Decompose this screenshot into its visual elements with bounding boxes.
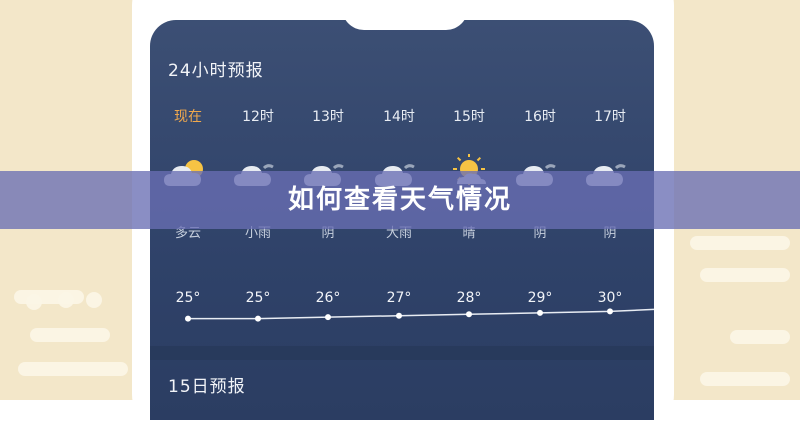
decor-pill [18,362,128,376]
section-divider [150,346,654,360]
temperature-point [607,308,613,315]
temperature-point [325,314,331,321]
temperature-point [185,315,191,322]
decor-dot [58,292,74,308]
phone-notch [342,0,468,30]
decor-dot [86,292,102,308]
decor-pill [700,372,790,386]
temperature-point [537,309,543,316]
decor-pill [690,236,790,250]
banner-title: 如何查看天气情况 [287,185,512,215]
decor-dot [26,294,42,310]
temperature-point [466,311,472,318]
temperature-point [396,312,402,319]
forecast-15d-title: 15日预报 [168,377,246,397]
decor-pill [700,268,790,282]
decor-pill [730,330,790,344]
temperature-point [255,315,261,322]
decor-pill [30,328,110,342]
title-banner: 如何查看天气情况 [0,171,800,229]
